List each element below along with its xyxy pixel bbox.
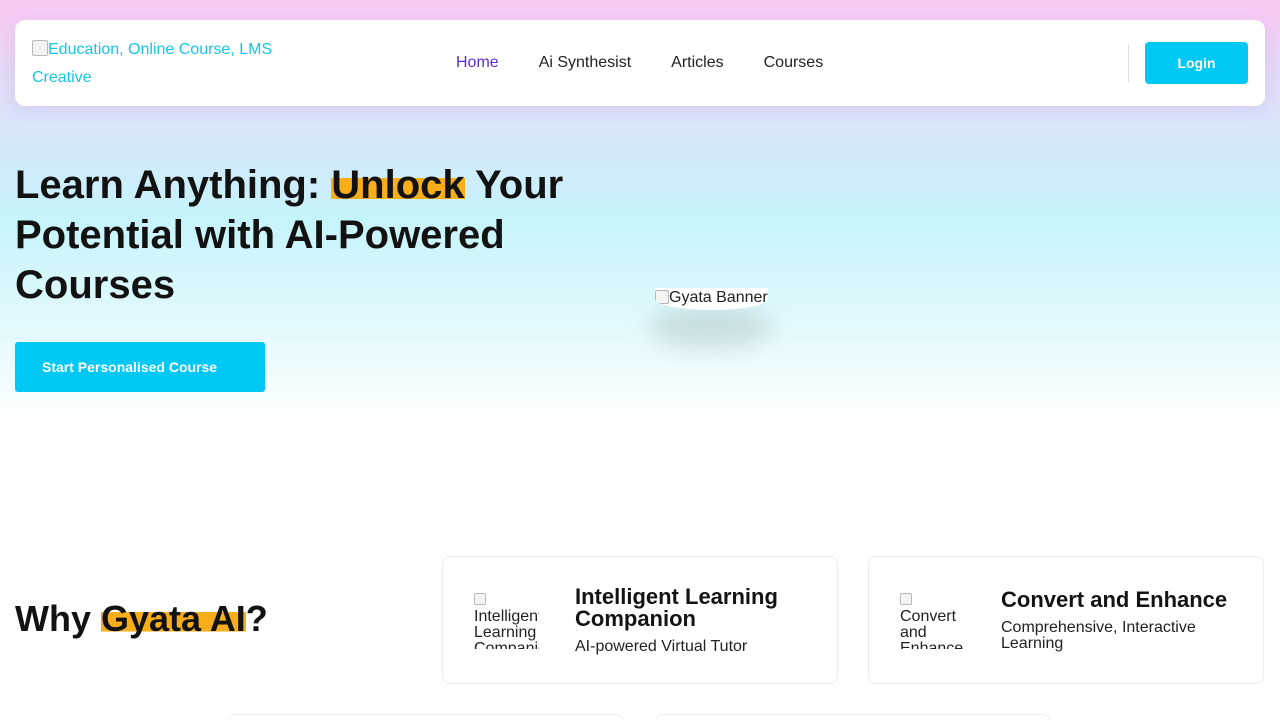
hero-title: Learn Anything: Unlock Your Potential wi… [15, 160, 595, 310]
feature-subtitle: Comprehensive, Interactive Learning [1001, 619, 1196, 652]
logo[interactable]: Education, Online Course, LMS Creative [32, 36, 292, 92]
feature-card-partial [228, 714, 624, 720]
feature-subtitle: AI-powered Virtual Tutor [575, 638, 748, 655]
banner-alt-text: Gyata Banner [669, 289, 768, 306]
hero-title-part1: Learn Anything: [15, 163, 332, 207]
feature-card[interactable]: Convert and Enhance Convert and Enhance … [868, 556, 1264, 684]
nav-articles[interactable]: Articles [671, 53, 723, 73]
feature-image: Convert and Enhance [900, 593, 965, 649]
hero-title-highlight: Unlock [331, 163, 465, 207]
nav-ai-synthesist[interactable]: Ai Synthesist [539, 53, 631, 73]
logo-alt-text: Education, Online Course, LMS Creative [32, 41, 273, 86]
why-title-part1: Why [15, 598, 101, 639]
feature-card[interactable]: Intelligent Learning Companion Intellige… [442, 556, 838, 684]
why-title: Why Gyata AI? [15, 597, 268, 641]
broken-image-icon [32, 40, 48, 56]
main-nav: Home Ai Synthesist Articles Courses [456, 53, 823, 73]
nav-courses[interactable]: Courses [764, 53, 824, 73]
why-title-part2: ? [245, 598, 268, 639]
start-course-button[interactable]: Start Personalised Course [15, 342, 265, 392]
nav-home[interactable]: Home [456, 53, 499, 73]
feature-title: Intelligent Learning Companion [575, 584, 778, 631]
broken-image-icon [655, 290, 669, 304]
feature-image: Intelligent Learning Companion [474, 593, 539, 649]
feature-title: Convert and Enhance [1001, 587, 1228, 612]
site-header: Education, Online Course, LMS Creative H… [15, 20, 1265, 106]
why-title-highlight: Gyata AI [101, 598, 246, 639]
broken-image-icon [474, 593, 486, 605]
feature-image-alt: Intelligent Learning Companion [474, 608, 539, 650]
hero-banner: Gyata Banner [640, 286, 790, 350]
feature-card-partial [655, 714, 1051, 720]
broken-image-icon [900, 593, 912, 605]
banner-shadow [648, 304, 772, 350]
login-button[interactable]: Login [1145, 42, 1248, 84]
feature-image-alt: Convert and Enhance [900, 608, 964, 650]
banner-image: Gyata Banner [655, 288, 768, 310]
header-divider [1128, 45, 1129, 82]
